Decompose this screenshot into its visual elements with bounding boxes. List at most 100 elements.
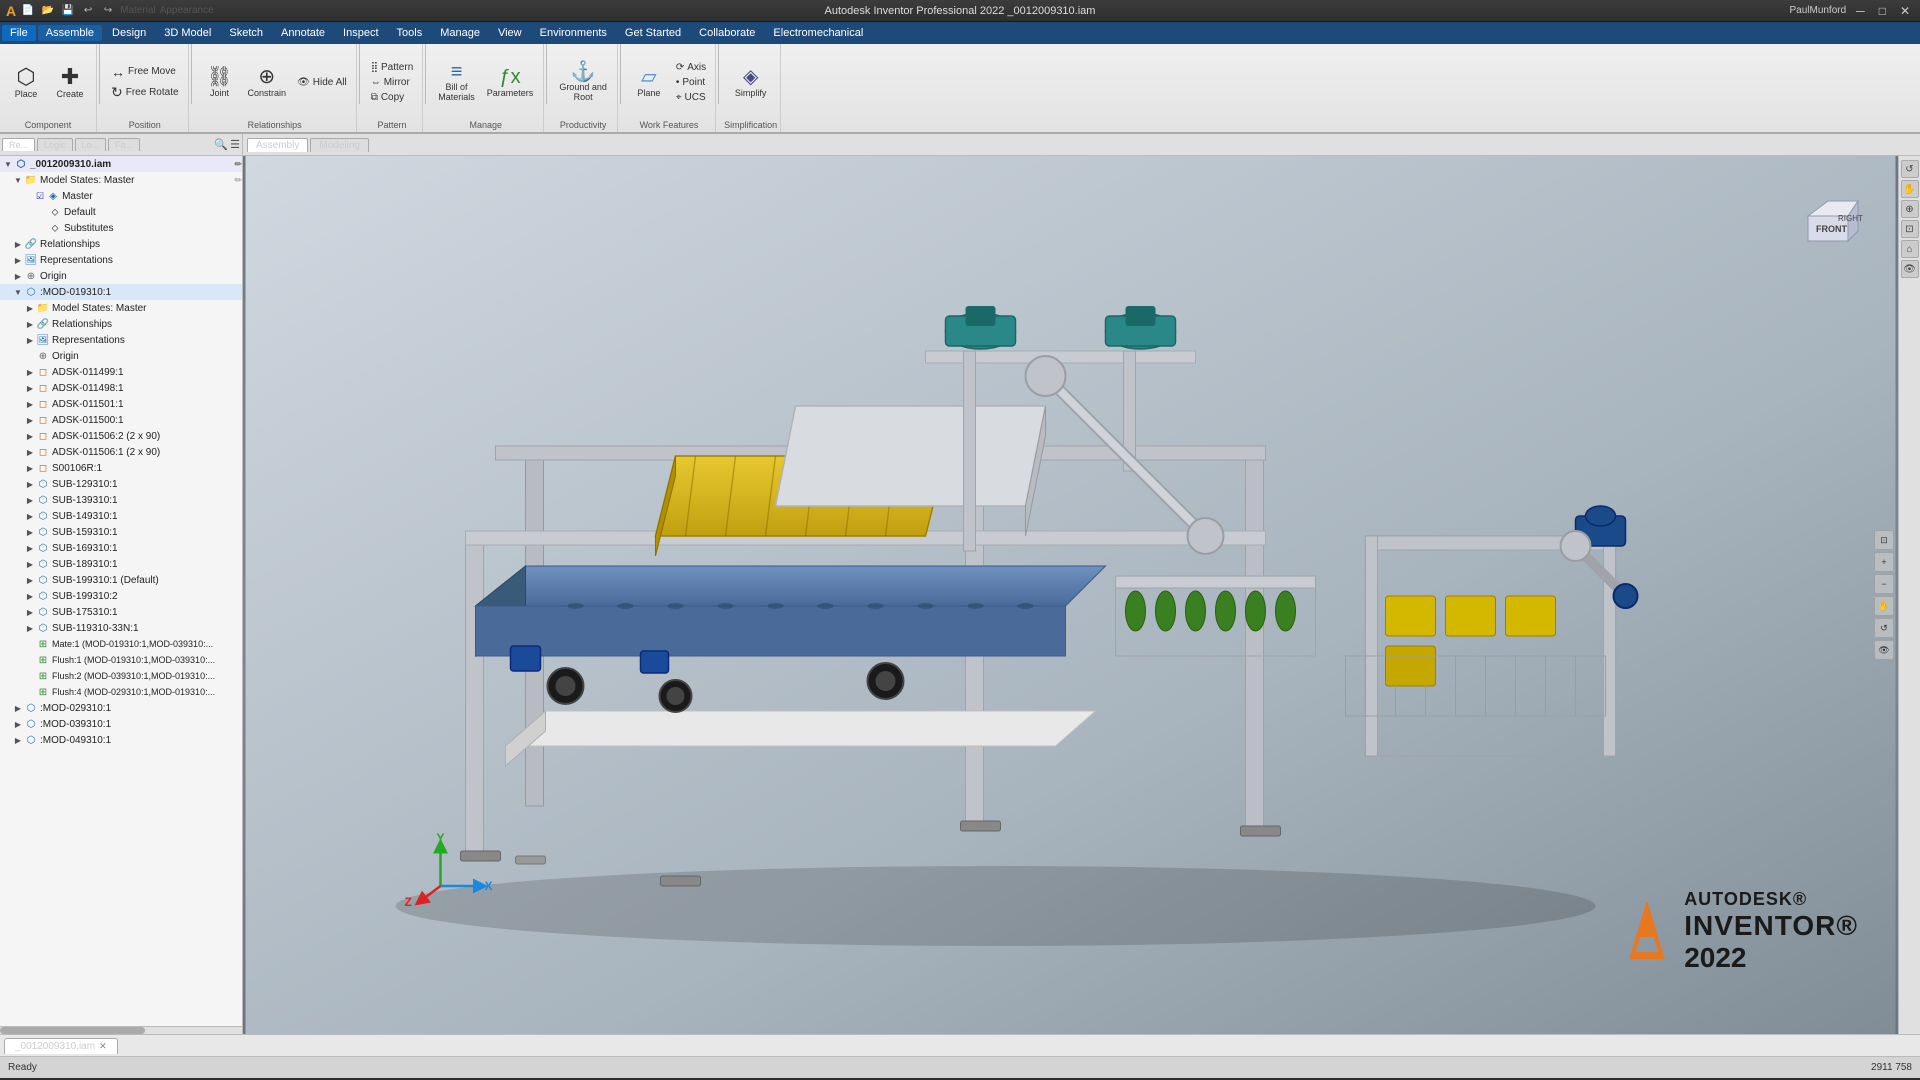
save-icon[interactable]: 💾: [60, 3, 76, 19]
minimize-btn[interactable]: ─: [1852, 4, 1869, 18]
tree-item[interactable]: ⊞ Flush:1 (MOD-019310:1,MOD-039310:...: [0, 652, 242, 668]
tree-item[interactable]: ▶ 🔗 Relationships: [0, 236, 242, 252]
doc-tab-active[interactable]: _0012009310.iam ✕: [4, 1038, 118, 1054]
bom-button[interactable]: ≡ Bill of Materials: [434, 60, 479, 105]
axis-button[interactable]: ⟳ Axis: [673, 61, 709, 74]
pattern-button[interactable]: ⣿ Pattern: [368, 61, 417, 74]
tree-item[interactable]: ▶ ◻ ADSK-011500:1: [0, 412, 242, 428]
modeling-tab[interactable]: Modeling: [310, 138, 369, 152]
tab-fa[interactable]: Fa...: [108, 138, 140, 151]
tree-item[interactable]: ▶ 🔗 Relationships: [0, 316, 242, 332]
nav-view-btn[interactable]: 👁: [1901, 260, 1919, 278]
edit-icon-2[interactable]: ✏: [234, 175, 242, 186]
tree-item[interactable]: ▶ ⬡ SUB-175310:1: [0, 604, 242, 620]
menu-electromechanical[interactable]: Electromechanical: [765, 25, 871, 41]
tree-item[interactable]: ▶ ⬡ SUB-149310:1: [0, 508, 242, 524]
tree-item[interactable]: ▶ ◻ ADSK-011506:1 (2 x 90): [0, 444, 242, 460]
undo-icon[interactable]: ↩: [80, 3, 96, 19]
joint-button[interactable]: ⛓ Joint: [200, 65, 240, 100]
tree-item[interactable]: ▶ ◻ ADSK-011506:2 (2 x 90): [0, 428, 242, 444]
edit-icon[interactable]: ✏: [234, 159, 242, 170]
tree-item[interactable]: ▶ 📁 Model States: Master: [0, 300, 242, 316]
tree-item[interactable]: ▶ ⊕ Origin: [0, 268, 242, 284]
create-button[interactable]: ✚ Create: [50, 64, 90, 101]
zoom-in-btn[interactable]: +: [1874, 552, 1894, 572]
nav-pan-btn[interactable]: ✋: [1901, 180, 1919, 198]
simplify-button[interactable]: ◈ Simplify: [731, 65, 771, 100]
tree-item[interactable]: ▼ 📁 Model States: Master ✏: [0, 172, 242, 188]
ucs-button[interactable]: ⌖ UCS: [673, 91, 709, 104]
tree-item[interactable]: ⊞ Flush:4 (MOD-029310:1,MOD-019310:...: [0, 684, 242, 700]
menu-sketch[interactable]: Sketch: [221, 25, 271, 41]
orbit-btn[interactable]: ↺: [1874, 618, 1894, 638]
free-rotate-button[interactable]: ↻ Free Rotate: [108, 83, 182, 102]
hide-all-button[interactable]: 👁 Hide All: [294, 76, 350, 89]
parameters-button[interactable]: ƒx Parameters: [483, 65, 538, 100]
tree-item[interactable]: ▶ 🖼 Representations: [0, 252, 242, 268]
menu-3dmodel[interactable]: 3D Model: [156, 25, 219, 41]
tree-item[interactable]: ▶ ⬡ SUB-129310:1: [0, 476, 242, 492]
menu-file[interactable]: File: [2, 25, 36, 41]
tab-logic[interactable]: Logic: [37, 138, 73, 151]
menu-view[interactable]: View: [490, 25, 530, 41]
constrain-button[interactable]: ⊕ Constrain: [244, 65, 291, 100]
tab-lo[interactable]: Lo...: [75, 138, 107, 151]
place-button[interactable]: ⬡ Place: [6, 64, 46, 101]
ground-root-button[interactable]: ⚓ Ground and Root: [555, 60, 611, 105]
nav-zoom-btn[interactable]: ⊕: [1901, 200, 1919, 218]
mirror-button[interactable]: ⇔ Mirror: [368, 76, 417, 89]
menu-get-started[interactable]: Get Started: [617, 25, 689, 41]
tree-item[interactable]: ⬦ Default: [0, 204, 242, 220]
maximize-btn[interactable]: □: [1875, 4, 1890, 18]
tree-item[interactable]: ▶ ⬡ SUB-139310:1: [0, 492, 242, 508]
nav-home-btn[interactable]: ⌂: [1901, 240, 1919, 258]
tree-item[interactable]: ▶ ⬡ SUB-159310:1: [0, 524, 242, 540]
new-icon[interactable]: 📄: [20, 3, 36, 19]
viewport[interactable]: X Y Z: [243, 156, 1898, 1034]
point-button[interactable]: • Point: [673, 76, 709, 89]
tree-item[interactable]: ⊞ Mate:1 (MOD-019310:1,MOD-039310:...: [0, 636, 242, 652]
look-at-btn[interactable]: 👁: [1874, 640, 1894, 660]
tree-item[interactable]: ▶ ⬡ SUB-189310:1: [0, 556, 242, 572]
view-cube[interactable]: FRONT RIGHT: [1788, 186, 1868, 266]
pan-btn[interactable]: ✋: [1874, 596, 1894, 616]
open-icon[interactable]: 📂: [40, 3, 56, 19]
close-btn[interactable]: ✕: [1896, 4, 1914, 18]
nav-orbit-btn[interactable]: ↺: [1901, 160, 1919, 178]
menu-assemble[interactable]: Assemble: [38, 25, 102, 41]
menu-collaborate[interactable]: Collaborate: [691, 25, 763, 41]
menu-manage[interactable]: Manage: [432, 25, 488, 41]
menu-annotate[interactable]: Annotate: [273, 25, 333, 41]
tree-item[interactable]: ▶ ⬡ SUB-199310:1 (Default): [0, 572, 242, 588]
zoom-fit-btn[interactable]: ⊡: [1874, 530, 1894, 550]
horizontal-scrollbar[interactable]: [0, 1026, 242, 1034]
tree-item[interactable]: ▶ ⬡ SUB-169310:1: [0, 540, 242, 556]
tree-item-mod019[interactable]: ▼ ⬡ :MOD-019310:1: [0, 284, 242, 300]
tree-item[interactable]: ⬦ Substitutes: [0, 220, 242, 236]
close-doc-icon[interactable]: ✕: [99, 1041, 107, 1052]
tab-re[interactable]: Re...: [2, 138, 35, 151]
tree-item-mod049[interactable]: ▶ ⬡ :MOD-049310:1: [0, 732, 242, 748]
redo-icon[interactable]: ↪: [100, 3, 116, 19]
tree-item[interactable]: ▼ ⬡ _0012009310.iam ✏: [0, 156, 242, 172]
menu-design[interactable]: Design: [104, 25, 154, 41]
zoom-out-btn[interactable]: −: [1874, 574, 1894, 594]
nav-fit-btn[interactable]: ⊡: [1901, 220, 1919, 238]
tree-item[interactable]: ▶ ⬡ SUB-199310:2: [0, 588, 242, 604]
plane-button[interactable]: ▱ Plane: [629, 65, 669, 100]
tree-item[interactable]: ⊞ Flush:2 (MOD-039310:1,MOD-019310:...: [0, 668, 242, 684]
panel-menu-icon[interactable]: ☰: [230, 138, 240, 151]
free-move-button[interactable]: ↔ Free Move: [108, 63, 182, 81]
tree-item[interactable]: ▶ 🖼 Representations: [0, 332, 242, 348]
copy-button[interactable]: ⧉ Copy: [368, 91, 417, 104]
menu-tools[interactable]: Tools: [389, 25, 431, 41]
tree-item[interactable]: ▶ ◻ ADSK-011501:1: [0, 396, 242, 412]
assembly-tab[interactable]: Assembly: [247, 138, 308, 152]
tree-item-mod029[interactable]: ▶ ⬡ :MOD-029310:1: [0, 700, 242, 716]
tree-item[interactable]: ▶ ◻ ADSK-011498:1: [0, 380, 242, 396]
tree-item-mod039[interactable]: ▶ ⬡ :MOD-039310:1: [0, 716, 242, 732]
tree-item[interactable]: ⊕ Origin: [0, 348, 242, 364]
tree-item[interactable]: ▶ ◻ S00106R:1: [0, 460, 242, 476]
menu-environments[interactable]: Environments: [532, 25, 615, 41]
menu-inspect[interactable]: Inspect: [335, 25, 386, 41]
